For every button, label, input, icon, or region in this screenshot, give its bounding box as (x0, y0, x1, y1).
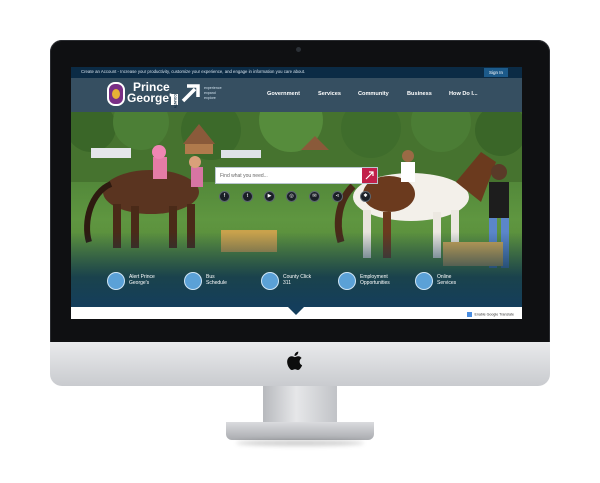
search-button[interactable] (362, 168, 377, 183)
search-icon (365, 171, 374, 180)
facebook-icon[interactable]: f (219, 191, 230, 202)
nav-community[interactable]: Community (358, 91, 389, 97)
translate-label: Enable Google Translate (474, 312, 514, 317)
quick-link-line2: George's (129, 280, 150, 286)
nav-business[interactable]: Business (407, 91, 432, 97)
quick-link-line2: Services (437, 280, 457, 286)
twitter-icon[interactable]: t (242, 191, 253, 202)
sign-in-button[interactable]: Sign In (483, 68, 508, 77)
site-header: Prince George's COUNTY experience expand… (71, 78, 522, 112)
hero-gradient-overlay (71, 232, 522, 307)
stand-shadow (236, 440, 364, 446)
settings-icon[interactable]: ✱ (360, 191, 371, 202)
account-message[interactable]: Create an Account - Increase your produc… (81, 69, 305, 74)
logo-county-label: COUNTY (171, 94, 178, 109)
county-seal-logo[interactable] (107, 82, 125, 106)
laptop-icon (261, 272, 279, 290)
email-icon[interactable]: ✉ (309, 191, 320, 202)
quick-link-line2: Schedule (206, 280, 227, 286)
arrow-up-right-icon (181, 84, 200, 103)
quick-link-label: Bus Schedule (206, 274, 227, 286)
share-icon[interactable]: ⋖ (332, 191, 343, 202)
instagram-icon[interactable]: ◎ (286, 191, 297, 202)
quick-link-label: Alert Prince George's (129, 274, 155, 286)
chat-alert-icon (107, 272, 125, 290)
quick-link-label: County Click 311 (283, 274, 311, 286)
cursor-click-icon (415, 272, 433, 290)
google-translate-link[interactable]: Enable Google Translate (467, 312, 514, 317)
search-box (215, 167, 378, 184)
nav-government[interactable]: Government (267, 91, 300, 97)
quick-link-line2: 311 (283, 280, 291, 286)
nav-services[interactable]: Services (318, 91, 341, 97)
youtube-icon[interactable]: ▶ (264, 191, 275, 202)
hero-pointer-triangle (288, 307, 304, 315)
imac-stand-neck (263, 386, 337, 426)
quick-link-label: Online Services (437, 274, 456, 286)
quick-link-label: Employment Opportunities (360, 274, 390, 286)
imac-stand-foot (226, 422, 374, 440)
logo-tagline: experience expand explore (204, 86, 222, 101)
website-screen: Create an Account - Increase your produc… (71, 67, 522, 319)
account-bar: Create an Account - Increase your produc… (71, 67, 522, 78)
briefcase-icon (338, 272, 356, 290)
search-input[interactable] (220, 168, 360, 183)
nav-how-do-i[interactable]: How Do I... (449, 91, 478, 97)
quick-link-line2: Opportunities (360, 280, 390, 286)
tagline-line: explore (204, 96, 216, 100)
apple-logo-icon (287, 351, 303, 370)
camera-icon (296, 47, 301, 52)
bus-icon (184, 272, 202, 290)
translate-icon (467, 312, 473, 317)
